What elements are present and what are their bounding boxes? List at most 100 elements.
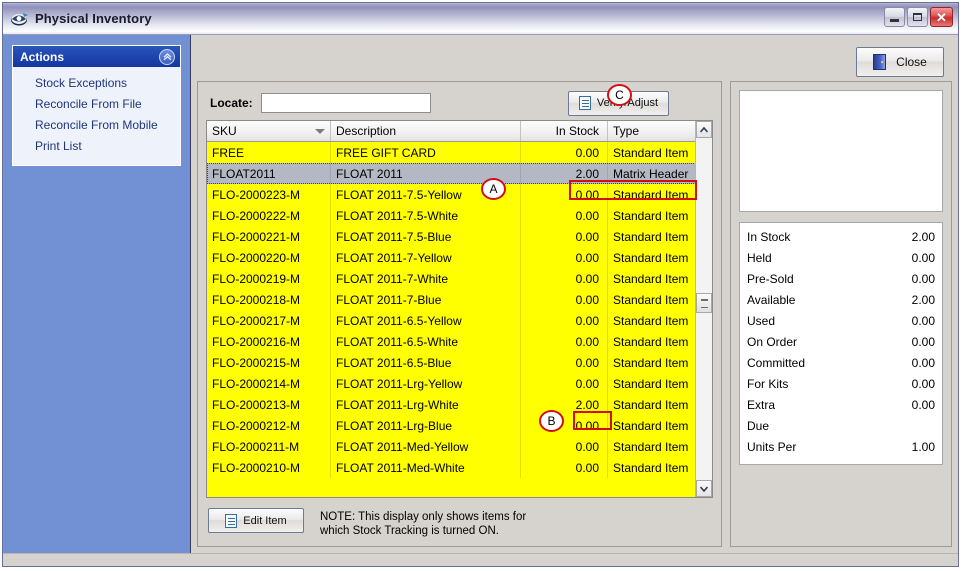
table-cell-stock: 0.00 [521,247,608,268]
table-cell-desc: FLOAT 2011-7-Blue [331,289,521,310]
table-cell-sku: FLO-2000216-M [207,331,331,352]
minimize-icon [890,18,899,22]
table-cell-desc: FLOAT 2011-7-Yellow [331,247,521,268]
table-cell-stock: 2.00 [521,163,608,184]
table-cell-sku: FLO-2000217-M [207,310,331,331]
table-row[interactable]: FLO-2000210-M FLOAT 2011-Med-White 0.00 Sta… [207,457,712,478]
table-cell-sku: FLO-2000213-M [207,394,331,415]
table-cell-stock: 0.00 [521,331,608,352]
sidebar-item-reconcile-from-mobile[interactable]: Reconcile From Mobile [13,115,180,136]
chevron-down-icon[interactable] [315,128,325,134]
table-cell-sku: FLO-2000212-M [207,415,331,436]
grid-header-row: SKU Description In Stock Type [207,121,712,142]
annotation-marker-a: A [481,178,506,200]
close-button[interactable]: Close [856,47,944,77]
close-button-label: Close [896,55,927,69]
table-row[interactable]: FLO-2000223-M FLOAT 2011-7.5-Yellow 0.00 St… [207,184,712,205]
scroll-up-button[interactable] [696,121,712,138]
table-cell-desc: FLOAT 2011-7.5-White [331,205,521,226]
edit-item-button[interactable]: Edit Item [208,508,304,533]
column-header-description[interactable]: Description [331,121,521,141]
chevron-up-icon[interactable] [159,48,175,65]
column-header-type-label: Type [613,124,640,138]
table-cell-sku: FLO-2000222-M [207,205,331,226]
table-cell-sku: FREE [207,142,331,163]
stat-value: 0.00 [911,377,935,391]
table-cell-stock: 0.00 [521,289,608,310]
maximize-button[interactable] [907,7,928,27]
title-bar: Physical Inventory ✕ [3,3,958,35]
scrollbar-thumb[interactable] [696,293,712,313]
window-body: Actions Stock Exceptions Reconcile From … [3,35,958,553]
table-row[interactable]: FLO-2000215-M FLOAT 2011-6.5-Blue 0.00 Stan… [207,352,712,373]
stat-label: Used [747,314,776,328]
window-controls: ✕ [884,7,953,27]
table-cell-stock: 2.00 [521,394,608,415]
locate-input[interactable] [260,93,431,113]
table-cell-stock: 0.00 [521,310,608,331]
table-row[interactable]: FREE FREE GIFT CARD 0.00 Standard Item [207,142,712,163]
inventory-grid: SKU Description In Stock Type FREE FREE … [206,120,713,498]
annotation-marker-b: B [539,410,564,432]
stat-value: 0.00 [911,335,935,349]
sidebar-item-print-list[interactable]: Print List [13,136,180,157]
table-row[interactable]: FLO-2000212-M FLOAT 2011-Lrg-Blue 0.00 Stan… [207,415,712,436]
stat-label: Units Per [747,440,797,454]
stat-value: 0.00 [911,314,935,328]
grid-note: NOTE: This display only shows items for … [320,508,526,538]
table-row[interactable]: FLO-2000211-M FLOAT 2011-Med-Yellow 0.00 St… [207,436,712,457]
sidebar-item-reconcile-from-file[interactable]: Reconcile From File [13,94,180,115]
table-cell-stock: 0.00 [521,373,608,394]
column-header-in-stock[interactable]: In Stock [521,121,608,141]
table-cell-stock: 0.00 [521,415,608,436]
stat-row: Pre-Sold 0.00 [747,269,935,290]
stat-label: Pre-Sold [747,272,794,286]
table-cell-sku: FLOAT2011 [207,163,331,184]
locate-row: Locate: Verify/Adjust [206,88,713,118]
document-icon [225,513,238,528]
sidebar-item-stock-exceptions[interactable]: Stock Exceptions [13,73,180,94]
stat-label: On Order [747,335,798,349]
stat-row: On Order 0.00 [747,332,935,353]
table-cell-desc: FLOAT 2011-Med-Yellow [331,436,521,457]
stat-label: Held [747,251,772,265]
column-header-sku[interactable]: SKU [207,121,331,141]
stat-value: 2.00 [911,293,935,307]
table-cell-desc: FLOAT 2011-Lrg-White [331,394,521,415]
table-cell-desc: FLOAT 2011-7-White [331,268,521,289]
table-row[interactable]: FLO-2000221-M FLOAT 2011-7.5-Blue 0.00 Stan… [207,226,712,247]
stat-label: Committed [747,356,806,370]
table-row[interactable]: FLOAT2011 FLOAT 2011 2.00 Matrix Header [207,163,712,184]
item-details-panel: In Stock 2.00 Held 0.00 Pre-Sold 0.00 Availabl… [730,81,952,547]
table-row[interactable]: FLO-2000219-M FLOAT 2011-7-White 0.00 Stand… [207,268,712,289]
close-icon: ✕ [936,9,947,25]
actions-panel-header: Actions [13,46,180,67]
grid-vertical-scrollbar[interactable] [695,121,712,497]
stat-row: For Kits 0.00 [747,374,935,395]
table-row[interactable]: FLO-2000216-M FLOAT 2011-6.5-White 0.00 Sta… [207,331,712,352]
table-row[interactable]: FLO-2000217-M FLOAT 2011-6.5-Yellow 0.00 St… [207,310,712,331]
table-cell-desc: FLOAT 2011-Med-White [331,457,521,478]
table-row[interactable]: FLO-2000222-M FLOAT 2011-7.5-White 0.00 Sta… [207,205,712,226]
stat-label: Available [747,293,796,307]
grid-note-line2: which Stock Tracking is turned ON. [320,525,499,537]
table-row[interactable]: FLO-2000214-M FLOAT 2011-Lrg-Yellow 0.00 St… [207,373,712,394]
table-row[interactable]: FLO-2000218-M FLOAT 2011-7-Blue 0.00 Standa… [207,289,712,310]
table-cell-sku: FLO-2000223-M [207,184,331,205]
table-row[interactable]: FLO-2000213-M FLOAT 2011-Lrg-White 2.00 Sta… [207,394,712,415]
table-cell-desc: FLOAT 2011-Lrg-Blue [331,415,521,436]
table-cell-stock: 0.00 [521,226,608,247]
table-cell-stock: 0.00 [521,184,608,205]
main-content: Close Locate: Verify/Adjust [191,35,958,553]
grid-body[interactable]: FREE FREE GIFT CARD 0.00 Standard Item FLOAT… [207,142,712,497]
table-row[interactable]: FLO-2000220-M FLOAT 2011-7-Yellow 0.00 Stan… [207,247,712,268]
stat-row: Used 0.00 [747,311,935,332]
stat-row: Due [747,416,935,437]
stat-value: 0.00 [911,398,935,412]
door-exit-icon [873,54,887,70]
close-window-button[interactable]: ✕ [930,7,953,27]
minimize-button[interactable] [884,7,905,27]
scroll-down-button[interactable] [696,480,712,497]
table-cell-desc: FREE GIFT CARD [331,142,521,163]
locate-label: Locate: [210,96,253,110]
